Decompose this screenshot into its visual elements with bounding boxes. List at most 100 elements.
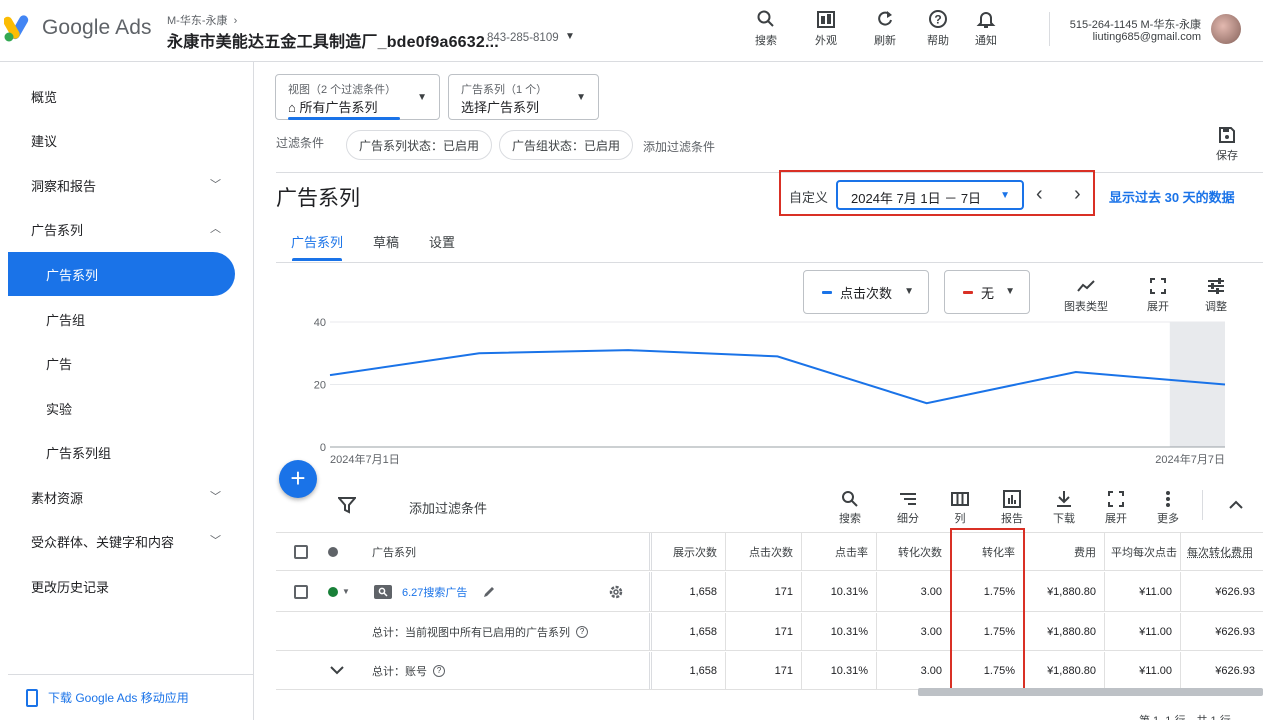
tune-icon	[1207, 278, 1225, 294]
col-header-cost[interactable]: 费用	[1023, 533, 1104, 570]
sidebar-item-campaigns[interactable]: 广告系列	[8, 252, 235, 296]
account-name[interactable]: 永康市美能达五金工具制造厂_bde0f9a6632...	[167, 28, 499, 52]
sidebar-item-experiments[interactable]: 实验	[0, 386, 254, 430]
account-dropdown-icon[interactable]: ▼	[565, 31, 575, 42]
expand-icon	[1108, 491, 1124, 507]
sidebar-item-ads[interactable]: 广告	[0, 341, 254, 385]
tab-campaigns[interactable]: 广告系列	[291, 232, 343, 251]
table-download-button[interactable]: 下载	[1044, 488, 1084, 526]
dropdown-caret-icon: ▼	[1000, 190, 1010, 201]
tab-drafts[interactable]: 草稿	[373, 232, 399, 251]
edit-pencil-icon[interactable]	[482, 572, 502, 611]
col-header-campaign[interactable]: 广告系列	[372, 533, 642, 570]
enabled-status-icon	[328, 587, 338, 597]
add-filter-link[interactable]: 添加过滤条件	[643, 138, 715, 155]
page-title: 广告系列	[276, 182, 360, 212]
table-pagination: 第 1–1 行，共 1 行	[1139, 712, 1231, 720]
tab-active-indicator	[292, 258, 342, 261]
metric2-selector[interactable]: 无 ▼	[944, 270, 1030, 314]
sidebar-item-assets[interactable]: 素材资源 ﹀	[0, 475, 254, 519]
google-ads-logo[interactable]: Google Ads	[4, 14, 152, 42]
segment-icon	[899, 491, 917, 507]
table-more-button[interactable]: 更多	[1148, 488, 1188, 526]
sidebar-item-ad-groups[interactable]: 广告组	[0, 297, 254, 341]
save-button[interactable]: 保存	[1212, 126, 1242, 163]
col-header-avg-cpc[interactable]: 平均每次点击	[1104, 533, 1180, 570]
dropdown-caret-icon: ▼	[904, 286, 914, 297]
settings-gear-icon[interactable]	[608, 572, 628, 611]
collapse-table-button[interactable]	[1216, 494, 1256, 516]
table-columns-button[interactable]: 列	[940, 488, 980, 526]
divider	[276, 172, 1263, 173]
filter-icon[interactable]	[338, 496, 356, 517]
clicks-line-chart: 020402024年7月1日 2024年7月7日	[314, 312, 1234, 470]
status-dot-icon	[328, 547, 338, 557]
table-header-row: 广告系列 展示次数 点击次数 点击率 转化次数 转化率 费用 平均每次点击 每次…	[276, 532, 1263, 571]
select-all-checkbox[interactable]	[294, 545, 308, 559]
col-header-ctr[interactable]: 点击率	[801, 533, 876, 570]
table-add-filter[interactable]: 添加过滤条件	[409, 498, 487, 517]
chevron-down-icon: ﹀	[210, 176, 221, 192]
table-row: ▼ 6.27搜索广告 1,658 171 10.31% 3.00 1.75% ¥…	[276, 572, 1263, 612]
sidebar-item-campaigns-group[interactable]: 广告系列 ︿	[0, 207, 254, 251]
col-header-clicks[interactable]: 点击次数	[725, 533, 801, 570]
show-last-30-days-link[interactable]: 显示过去 30 天的数据	[1109, 187, 1235, 206]
campaign-selector[interactable]: 广告系列（1 个） 选择广告系列 ▼	[448, 74, 599, 120]
header-divider	[1049, 12, 1050, 46]
sidebar-item-insights[interactable]: 洞察和报告 ﹀	[0, 163, 254, 207]
row-checkbox[interactable]	[294, 585, 308, 599]
sidebar-item-recommendations[interactable]: 建议	[0, 118, 254, 162]
view-selector[interactable]: 视图（2 个过滤条件） ⌂ 所有广告系列 ▼	[275, 74, 440, 120]
table-reports-button[interactable]: 报告	[992, 488, 1032, 526]
search-icon	[841, 490, 859, 508]
help-icon: ?	[928, 9, 948, 29]
table-horizontal-scrollbar[interactable]	[918, 688, 1263, 696]
chart-adjust-button[interactable]: 调整	[1200, 274, 1232, 314]
col-header-cost-per-conv[interactable]: 每次转化费用	[1180, 533, 1263, 570]
header-notifications-button[interactable]: 通知	[966, 6, 1006, 48]
chart-type-button[interactable]: 图表类型	[1060, 274, 1112, 314]
header-refresh-button[interactable]: 刷新	[865, 6, 905, 48]
table-total-row-account: 总计：账号 ? 1,658 171 10.31% 3.00 1.75% ¥1,8…	[276, 652, 1263, 690]
columns-icon	[951, 491, 969, 507]
top-bar: Google Ads M-华东-永康 › 永康市美能达五金工具制造厂_bde0f…	[0, 0, 1263, 62]
chevron-up-icon	[1229, 500, 1243, 510]
col-header-conversions[interactable]: 转化次数	[876, 533, 950, 570]
campaign-name-link[interactable]: 6.27搜索广告	[402, 584, 467, 600]
table-expand-button[interactable]: 展开	[1096, 488, 1136, 526]
header-help-button[interactable]: ? 帮助	[918, 6, 958, 48]
chart-series-line-clicks	[330, 350, 1225, 403]
chart-y-tick-label: 20	[314, 380, 326, 392]
filter-chip-adgroup-status[interactable]: 广告组状态：已启用	[499, 130, 633, 160]
report-icon	[1003, 490, 1021, 508]
create-new-button[interactable]: +	[279, 460, 317, 498]
chart-y-tick-label: 0	[320, 442, 326, 454]
filter-chip-campaign-status[interactable]: 广告系列状态：已启用	[346, 130, 492, 160]
header-appearance-button[interactable]: 外观	[806, 6, 846, 48]
table-search-button[interactable]: 搜索	[830, 488, 870, 526]
sidebar-item-overview[interactable]: 概览	[0, 74, 254, 118]
chevron-down-icon[interactable]	[330, 652, 350, 689]
account-breadcrumb[interactable]: M-华东-永康 ›	[167, 12, 237, 28]
highlight-box-conv-rate	[950, 528, 1025, 690]
line-chart-icon	[1076, 278, 1096, 294]
header-search-button[interactable]: 搜索	[746, 6, 786, 48]
tab-settings[interactable]: 设置	[429, 232, 455, 251]
date-range-picker[interactable]: 2024年 7月 1日 － 7日 ▼	[836, 180, 1024, 210]
metric1-color-swatch	[822, 291, 832, 294]
col-header-impressions[interactable]: 展示次数	[649, 533, 725, 570]
chevron-up-icon: ︿	[210, 220, 221, 236]
chart-expand-button[interactable]: 展开	[1142, 274, 1174, 314]
download-icon	[1055, 490, 1073, 508]
metric1-selector[interactable]: 点击次数 ▼	[803, 270, 929, 314]
metric2-color-swatch	[963, 291, 973, 294]
status-dropdown[interactable]: ▼	[328, 572, 360, 611]
date-prev-button[interactable]: ‹	[1036, 183, 1043, 206]
sidebar-item-change-history[interactable]: 更改历史记录	[0, 564, 254, 608]
sidebar-item-audiences[interactable]: 受众群体、关键字和内容 ﹀	[0, 519, 254, 563]
table-segment-button[interactable]: 细分	[888, 488, 928, 526]
sidebar-item-campaign-groups[interactable]: 广告系列组	[0, 430, 254, 474]
date-next-button[interactable]: ›	[1074, 183, 1081, 206]
avatar[interactable]	[1211, 14, 1241, 44]
download-app-link[interactable]: 下载 Google Ads 移动应用	[8, 674, 254, 720]
